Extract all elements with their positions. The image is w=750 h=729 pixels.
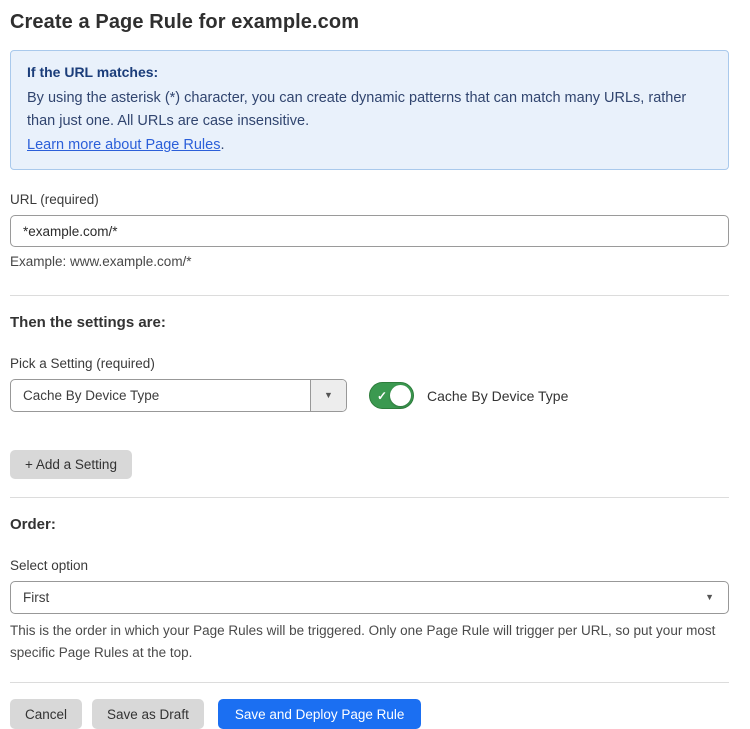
footer-divider [10, 682, 729, 683]
info-box-link-line: Learn more about Page Rules. [27, 134, 712, 157]
pick-setting-label: Pick a Setting (required) [10, 356, 729, 371]
setting-dropdown[interactable]: Cache By Device Type ▼ [10, 379, 347, 412]
toggle-label: Cache By Device Type [427, 388, 568, 404]
create-page-rule-panel: Create a Page Rule for example.com If th… [0, 0, 750, 729]
info-box-heading: If the URL matches: [27, 64, 712, 80]
page-title: Create a Page Rule for example.com [10, 8, 729, 36]
footer-actions: Cancel Save as Draft Save and Deploy Pag… [10, 699, 729, 729]
url-field-helper: Example: www.example.com/* [10, 254, 729, 269]
url-matches-info-box: If the URL matches: By using the asteris… [10, 50, 729, 170]
learn-more-link[interactable]: Learn more about Page Rules [27, 137, 220, 153]
order-select-label: Select option [10, 558, 729, 573]
order-helper-text: This is the order in which your Page Rul… [10, 620, 729, 664]
order-select-value: First [23, 590, 49, 605]
chevron-down-icon: ▼ [705, 593, 714, 602]
save-as-draft-button[interactable]: Save as Draft [92, 699, 204, 729]
toggle-knob [390, 385, 411, 406]
cancel-button[interactable]: Cancel [10, 699, 82, 729]
section-divider [10, 497, 729, 498]
setting-dropdown-value: Cache By Device Type [11, 380, 310, 411]
setting-row: Cache By Device Type ▼ ✓ Cache By Device… [10, 379, 729, 412]
add-setting-button[interactable]: + Add a Setting [10, 450, 132, 479]
order-section-heading: Order: [10, 516, 729, 533]
section-divider [10, 295, 729, 296]
link-period: . [220, 137, 224, 153]
check-icon: ✓ [377, 390, 387, 402]
info-box-body: By using the asterisk (*) character, you… [27, 87, 712, 133]
order-select[interactable]: First ▼ [10, 581, 729, 614]
cache-by-device-type-toggle[interactable]: ✓ [369, 382, 414, 409]
settings-section-heading: Then the settings are: [10, 314, 729, 331]
setting-dropdown-arrow-button[interactable]: ▼ [310, 380, 346, 411]
chevron-down-icon: ▼ [324, 391, 333, 400]
save-and-deploy-button[interactable]: Save and Deploy Page Rule [218, 699, 422, 729]
url-input[interactable] [10, 215, 729, 247]
url-field-label: URL (required) [10, 192, 729, 207]
